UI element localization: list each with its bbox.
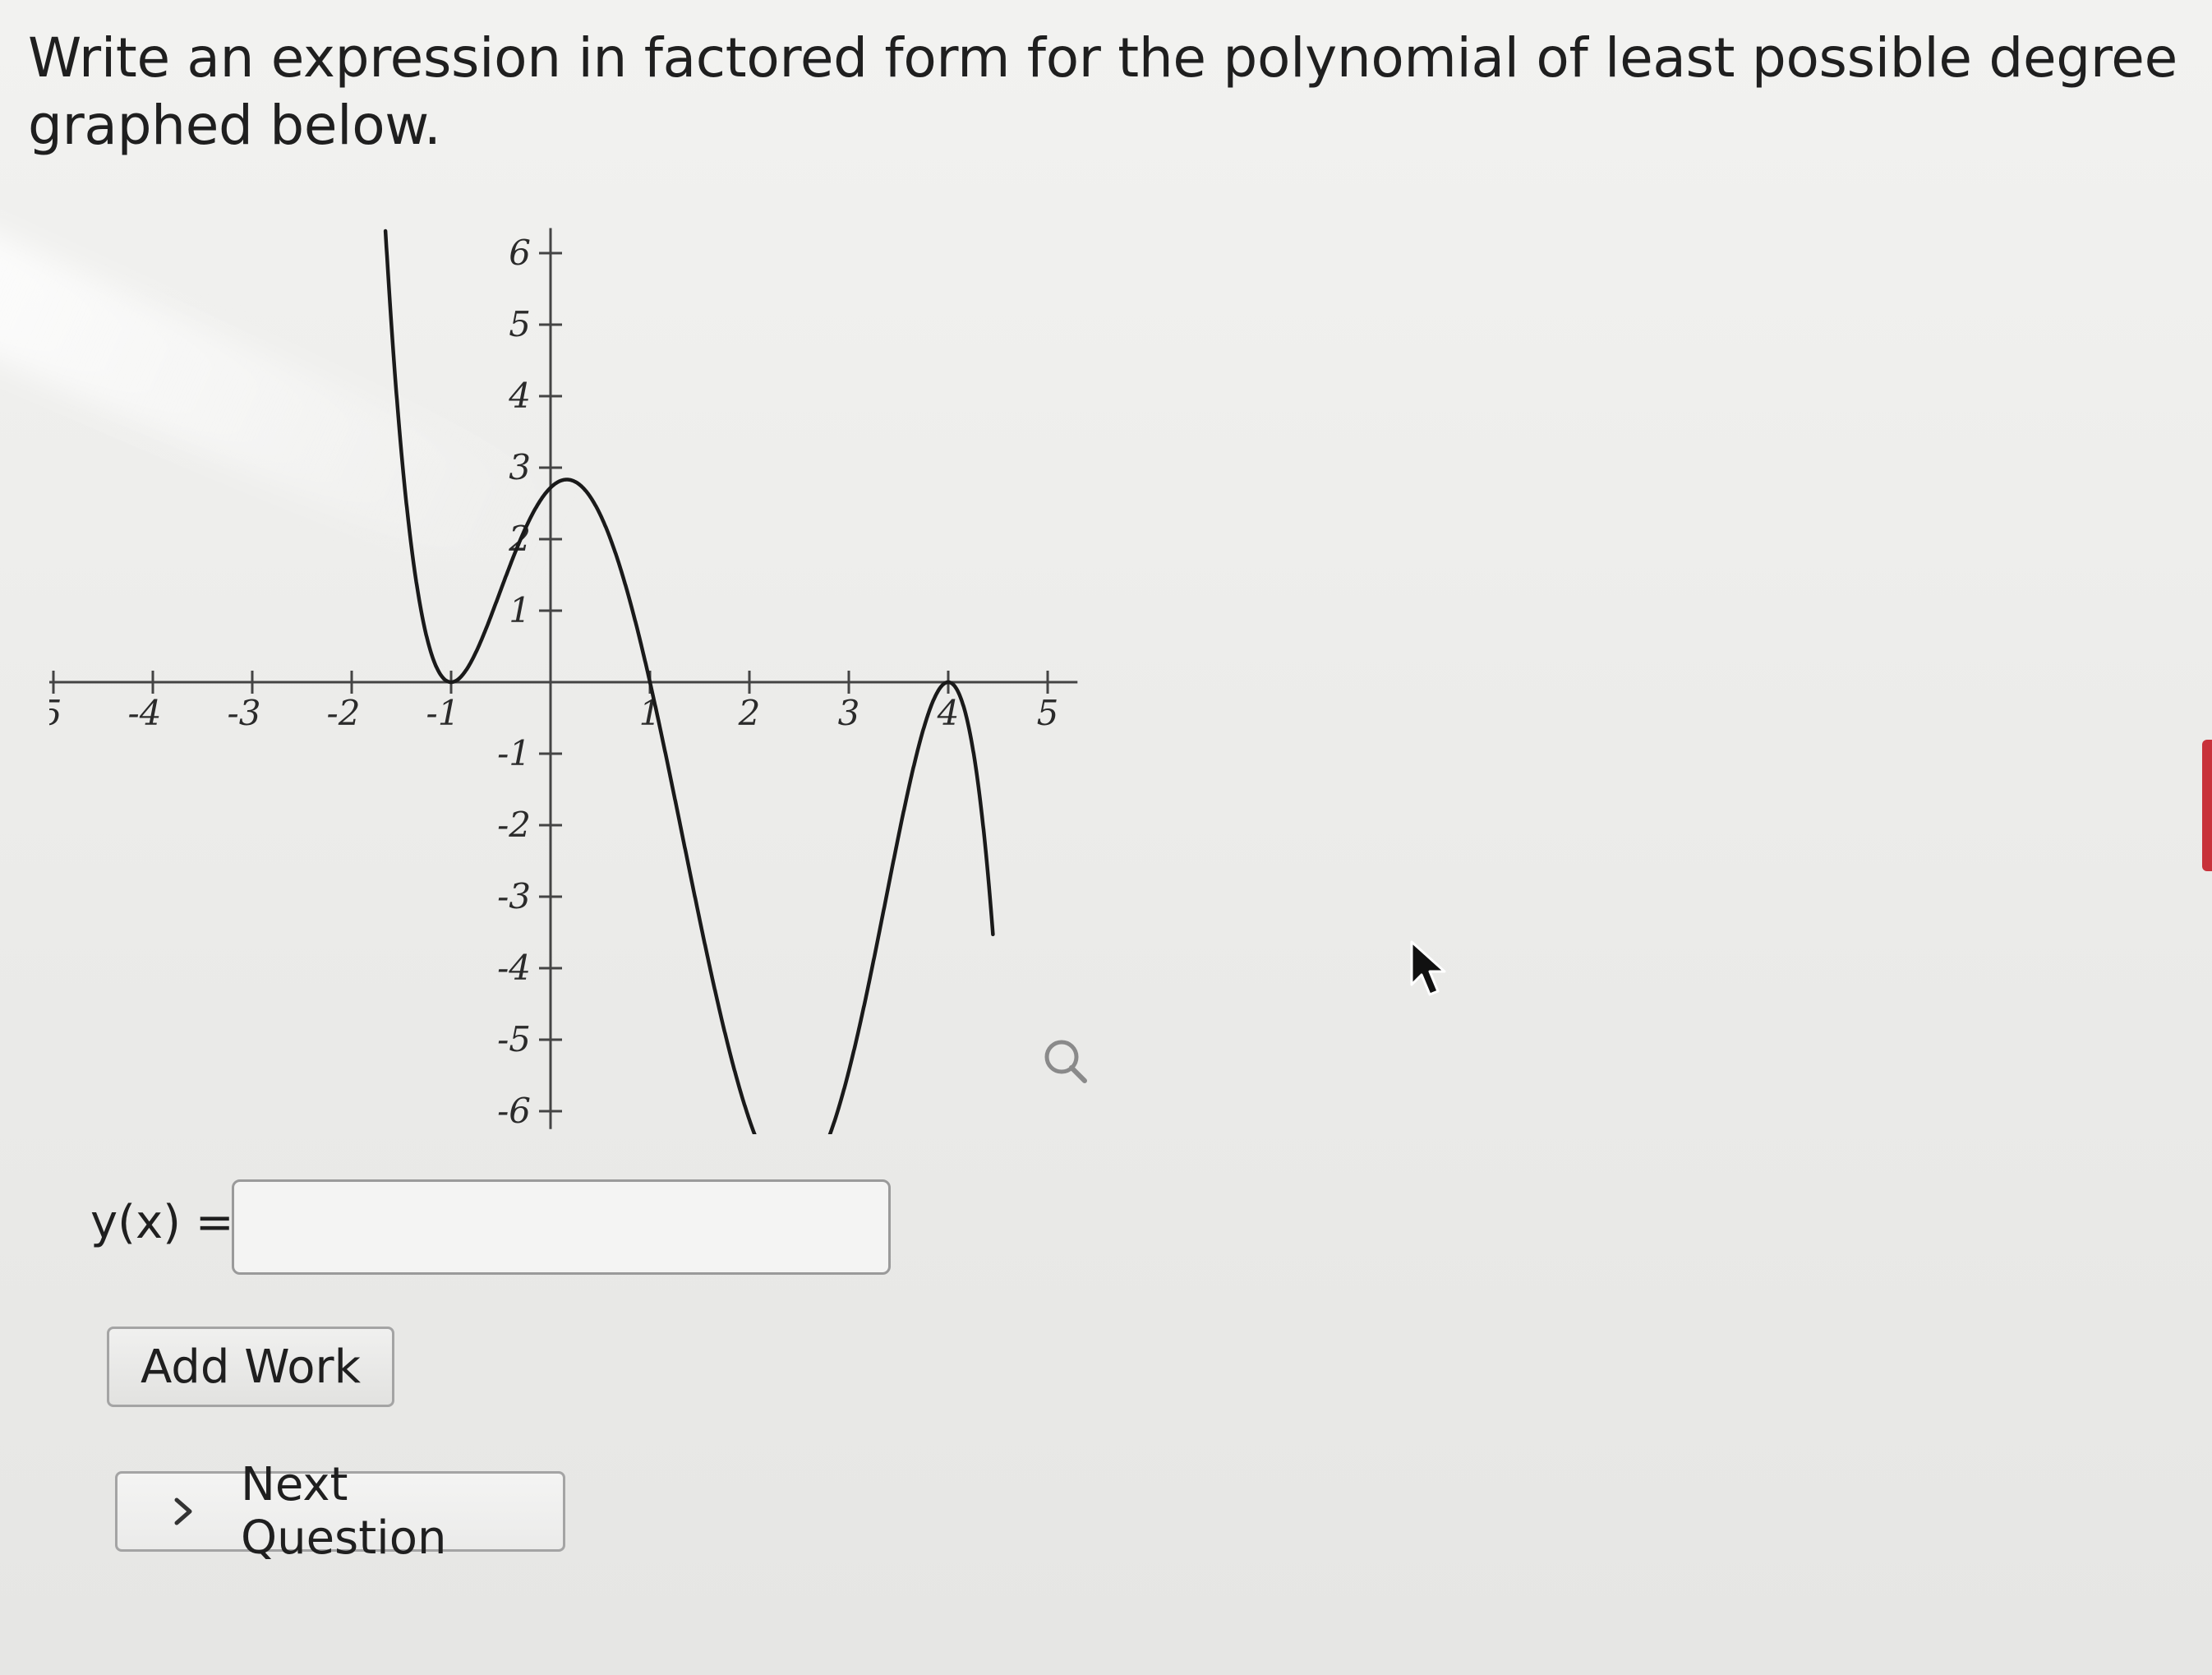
answer-label: y(x) = — [90, 1196, 234, 1249]
add-work-button[interactable]: Add Work — [107, 1327, 394, 1407]
x-tick-label: 4 — [937, 693, 960, 733]
y-tick-label: 3 — [509, 447, 531, 487]
x-axis-ticks: -5-4-3-2-112345 — [49, 671, 1058, 733]
mouse-pointer-icon — [1410, 940, 1446, 996]
x-tick-label: -3 — [228, 693, 261, 733]
x-tick-label: 2 — [738, 693, 761, 733]
magnifier-icon[interactable] — [1044, 1040, 1087, 1083]
polynomial-graph: -5-4-3-2-112345 654321-1-2-3-4-5-6 — [49, 197, 1134, 1134]
y-tick-label: 6 — [509, 233, 531, 273]
x-tick-label: -5 — [49, 693, 62, 733]
y-tick-label: 5 — [509, 304, 531, 344]
chevron-right-icon — [172, 1474, 196, 1549]
x-tick-label: -1 — [426, 693, 460, 733]
x-tick-label: -4 — [128, 693, 162, 733]
y-tick-label: -2 — [497, 805, 531, 845]
x-tick-label: 3 — [838, 693, 860, 733]
x-tick-label: -2 — [327, 693, 361, 733]
x-tick-label: 5 — [1037, 693, 1059, 733]
y-tick-label: -5 — [497, 1019, 531, 1059]
page: Write an expression in factored form for… — [0, 0, 2212, 1675]
next-question-button[interactable]: Next Question — [115, 1458, 565, 1565]
answer-input[interactable] — [232, 1179, 891, 1275]
y-tick-label: 1 — [509, 590, 531, 630]
y-tick-label: -4 — [497, 948, 531, 988]
window-edge-accent — [2202, 740, 2212, 871]
y-tick-label: 4 — [508, 376, 531, 416]
graph-axes — [49, 228, 1078, 1129]
y-tick-label: -3 — [497, 876, 531, 916]
graph-svg: -5-4-3-2-112345 654321-1-2-3-4-5-6 — [49, 228, 1087, 1134]
y-tick-label: -1 — [497, 733, 531, 773]
y-tick-label: -6 — [497, 1091, 531, 1131]
question-text: Write an expression in factored form for… — [28, 26, 2177, 157]
next-question-label: Next Question — [241, 1458, 447, 1565]
add-work-label: Add Work — [140, 1340, 362, 1394]
